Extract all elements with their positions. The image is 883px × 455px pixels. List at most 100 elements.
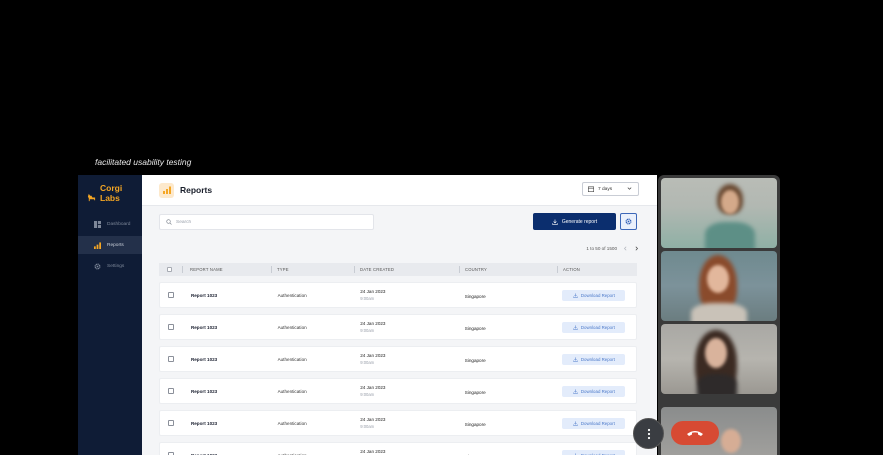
table-row[interactable]: Report 1023Authentication24 Jan 20239:00…: [159, 314, 637, 340]
download-report-button[interactable]: Download Report: [562, 449, 626, 455]
download-report-label: Download Report: [580, 292, 615, 298]
report-name[interactable]: Report 1023: [183, 314, 272, 340]
action-cell: Download Report: [556, 282, 636, 308]
sidebar-nav: Dashboard Reports Settings: [78, 215, 142, 275]
row-checkbox[interactable]: [168, 388, 174, 394]
hang-up-button[interactable]: [671, 421, 719, 445]
caption: facilitated usability testing: [95, 157, 192, 167]
download-report-button[interactable]: Download Report: [562, 321, 626, 333]
date-range-select[interactable]: 7 days: [582, 182, 639, 196]
sidebar-item-reports[interactable]: Reports: [78, 236, 142, 254]
table-row[interactable]: Report 1023Authentication24 Jan 20239:00…: [159, 282, 637, 308]
page-header: Reports 7 days: [142, 175, 657, 206]
search-input[interactable]: [176, 219, 366, 225]
report-name[interactable]: Report 1023: [183, 378, 272, 404]
download-report-label: Download Report: [580, 420, 615, 426]
date-created-date: 24 Jan 2023: [360, 321, 386, 326]
row-select-cell: [160, 346, 183, 372]
sidebar-item-dashboard[interactable]: Dashboard: [78, 215, 142, 233]
date-created-time: 9:00am: [360, 424, 375, 429]
download-icon: [573, 420, 578, 426]
report-name[interactable]: Report 1023: [183, 346, 272, 372]
date-created-time: 9:00am: [360, 360, 375, 365]
column-header-action: ACTION: [557, 263, 637, 276]
report-name[interactable]: Report 1023: [183, 282, 272, 308]
sidebar: Corgi Labs Dashboard Reports Settings: [78, 175, 142, 455]
main-content: Reports 7 days Search Generate report 1 …: [142, 175, 657, 455]
settings-button[interactable]: [620, 213, 637, 230]
report-type: Authentication: [277, 452, 307, 455]
date-created: 24 Jan 20239:00am: [354, 410, 459, 436]
table-body: Report 1023 Authentication 24 Jan 2023 9:00…: [159, 282, 637, 455]
more-options-button[interactable]: [633, 418, 664, 449]
country-cell: Singapore: [459, 282, 557, 308]
table-row[interactable]: Report 1023 Authentication 24 Jan 2023 9:00…: [159, 346, 637, 372]
date-created: 24 Jan 20239:00am: [354, 314, 459, 340]
sidebar-item-label: Dashboard: [107, 221, 131, 227]
action-cell: Download Report: [556, 346, 636, 372]
column-header-country[interactable]: COUNTRY: [459, 263, 557, 276]
participant-video: [661, 251, 777, 321]
participant-video: [661, 178, 777, 248]
country-cell: Singapore: [459, 314, 557, 340]
country: Singapore: [464, 421, 486, 427]
report-name[interactable]: Report 1023: [183, 442, 272, 455]
video-participants: [658, 175, 780, 455]
table-row[interactable]: Report 1023Authentication24 Jan 20239:00…: [159, 378, 637, 404]
download-report-button[interactable]: Download Report: [562, 353, 626, 365]
table-row[interactable]: Report 1023 Authentication 24 Jan 20239:00…: [159, 410, 637, 436]
country-cell: Singapore: [459, 378, 557, 404]
gear-icon: [625, 218, 632, 225]
country: Singapore: [464, 389, 486, 395]
download-report-button[interactable]: Download Report: [562, 417, 626, 429]
generate-report-button[interactable]: Generate report: [533, 213, 616, 230]
chevron-right-icon[interactable]: [634, 246, 639, 251]
column-header-date-created[interactable]: DATE CREATED: [354, 263, 459, 276]
brand[interactable]: Corgi Labs: [78, 175, 142, 203]
date-created: 24 Jan 20239:00am: [354, 378, 459, 404]
toolbar: Generate report: [142, 206, 657, 239]
gear-icon: [94, 263, 101, 270]
download-report-label: Download Report: [580, 324, 615, 330]
row-select-cell: [160, 314, 183, 340]
date-created-date: 24 Jan 2023: [360, 449, 386, 454]
report-type: Authentication: [277, 420, 307, 426]
pagination-text: 1 to 50 of 1500: [586, 246, 617, 251]
more-vertical-icon: [647, 428, 651, 440]
column-header-type[interactable]: TYPE: [271, 263, 354, 276]
bar-chart-icon: [159, 182, 174, 198]
download-report-button[interactable]: Download Report: [562, 289, 626, 301]
date-created: 24 Jan 20239:00am: [354, 442, 459, 455]
sidebar-item-label: Reports: [107, 242, 124, 248]
table-header: REPORT NAME TYPE DATE CREATED COUNTRY AC…: [159, 263, 637, 276]
corgi-logo-icon: [87, 189, 96, 201]
download-icon: [573, 356, 578, 362]
participant-video: [661, 324, 777, 394]
date-range-value: 7 days: [598, 186, 613, 192]
search-box[interactable]: [159, 214, 374, 230]
row-checkbox[interactable]: [168, 324, 174, 330]
column-header-report-name[interactable]: REPORT NAME: [182, 263, 271, 276]
select-all-checkbox[interactable]: [167, 267, 172, 272]
date-created-time: 9:00am: [360, 296, 375, 301]
download-report-button[interactable]: Download Report: [562, 385, 626, 397]
generate-report-label: Generate report: [561, 218, 598, 225]
report-name[interactable]: Report 1023: [183, 410, 272, 436]
row-select-cell: [160, 410, 183, 436]
brand-name: Corgi Labs: [100, 183, 123, 203]
sidebar-item-settings[interactable]: Settings: [78, 257, 142, 275]
date-created: 24 Jan 2023 9:00am: [354, 346, 459, 372]
dashboard-icon: [94, 220, 101, 228]
row-checkbox[interactable]: [168, 356, 174, 362]
sidebar-item-label: Settings: [107, 263, 125, 269]
pagination: 1 to 50 of 1500: [586, 246, 639, 251]
chevron-left-icon[interactable]: [623, 246, 628, 251]
row-checkbox[interactable]: [168, 292, 174, 298]
report-type: Authentication: [277, 356, 307, 362]
country: Singapore: [464, 325, 486, 331]
row-checkbox[interactable]: [168, 420, 174, 426]
download-report-label: Download Report: [580, 388, 615, 394]
country-cell: Singapore: [459, 442, 557, 455]
table-row[interactable]: Report 1023 Authentication 24 Jan 20239:00…: [159, 442, 637, 455]
date-created-date: 24 Jan 2023: [360, 353, 386, 358]
